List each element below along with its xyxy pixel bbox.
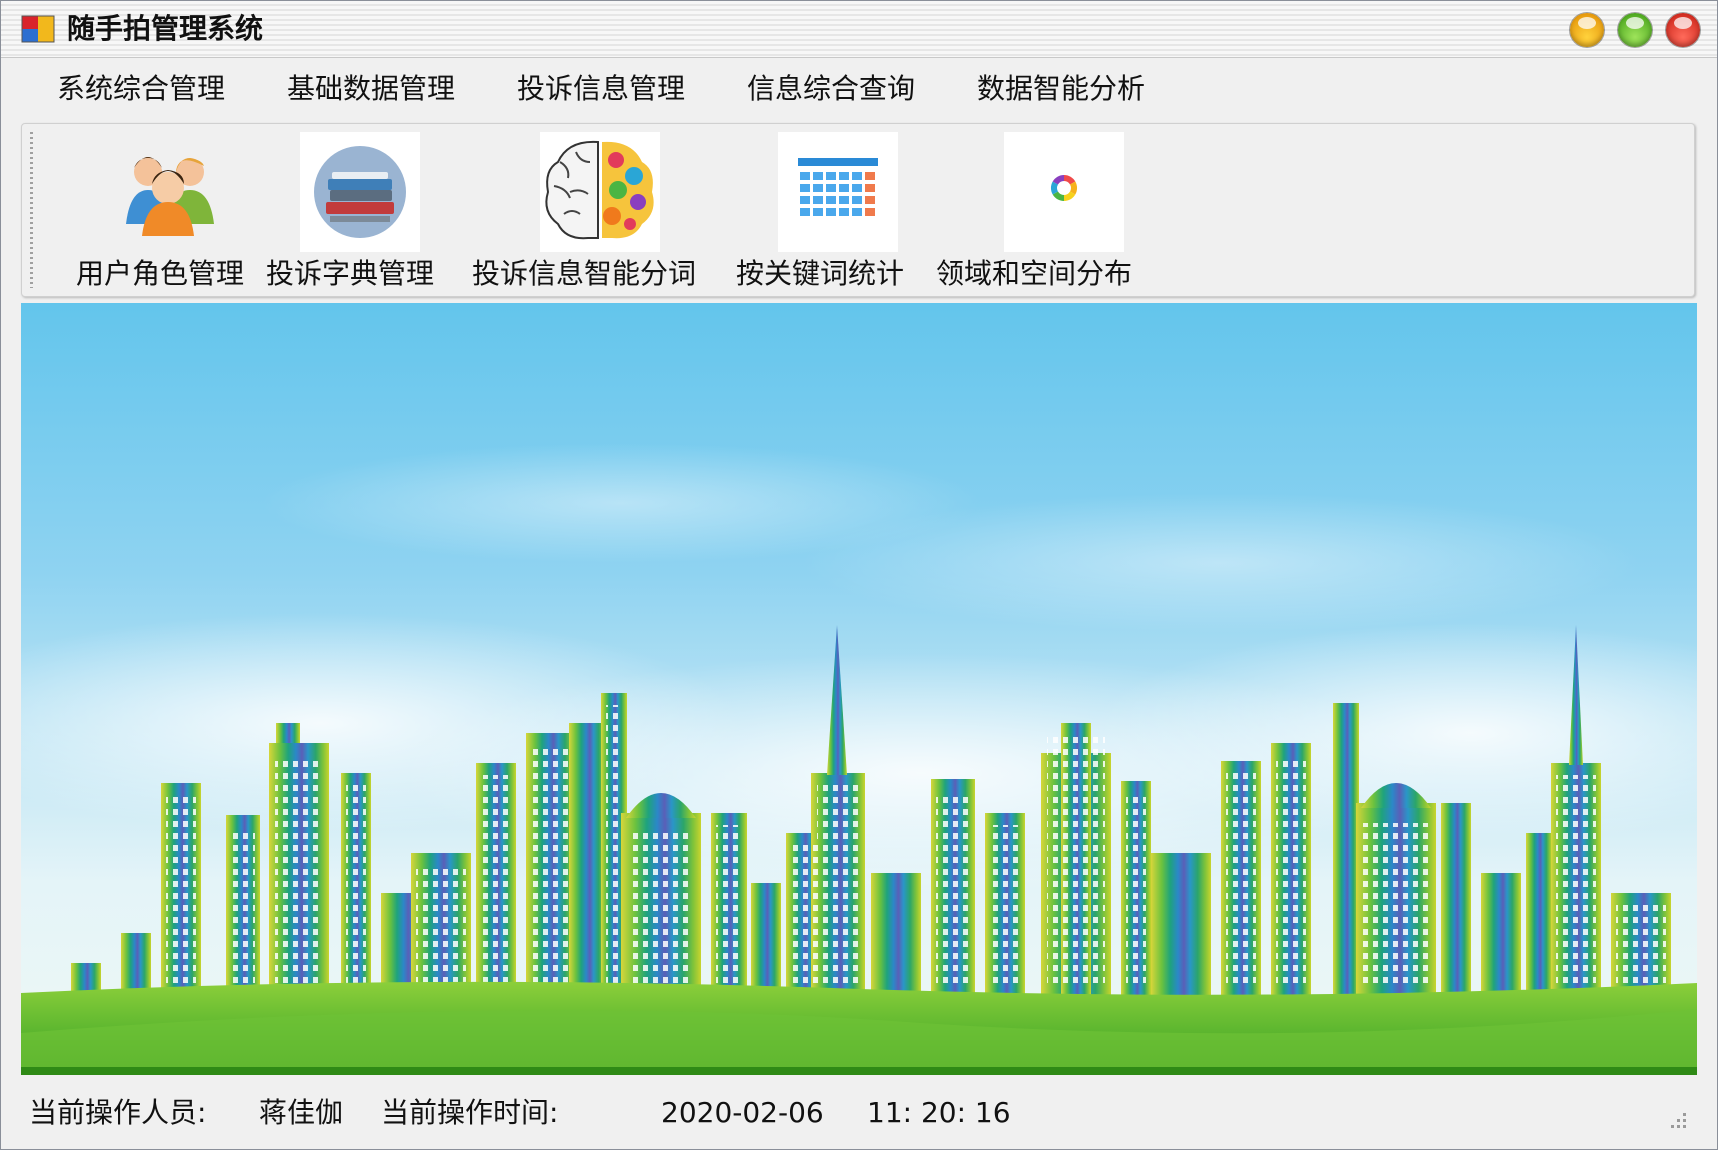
tool-label: 按关键词统计 (736, 257, 905, 290)
resize-grip-icon[interactable] (1665, 1109, 1689, 1133)
tool-complaint-dictionary[interactable]: 投诉字典管理 (262, 128, 452, 290)
city-skyline-illustration (21, 303, 1697, 1075)
toolbar-grip[interactable] (30, 132, 33, 288)
current-date: 2020-02-06 (661, 1096, 824, 1129)
menu-basic-data-management[interactable]: 基础数据管理 (287, 71, 455, 107)
maximize-button[interactable] (1618, 13, 1652, 47)
tool-label: 用户角色管理 (76, 257, 245, 290)
tool-label: 投诉信息智能分词 (472, 257, 697, 290)
users-group-icon (126, 157, 214, 236)
menu-data-analysis[interactable]: 数据智能分析 (977, 71, 1145, 107)
menu-complaint-management[interactable]: 投诉信息管理 (517, 71, 685, 107)
books-stack-icon (300, 132, 420, 252)
colorful-brain-icon (540, 132, 660, 252)
time-label: 当前操作时间: (381, 1096, 559, 1129)
operator-label: 当前操作人员: (29, 1096, 207, 1129)
app-window-icon (21, 15, 55, 43)
title-bar[interactable]: 随手拍管理系统 (1, 1, 1717, 58)
menu-info-query[interactable]: 信息综合查询 (747, 71, 915, 107)
toolbar: 用户角色管理 投诉字典管理 投诉信息智能分词 按关键词统计 领域和空间分布 (21, 123, 1695, 297)
menu-system-management[interactable]: 系统综合管理 (57, 71, 225, 107)
tool-complaint-segmentation[interactable]: 投诉信息智能分词 (472, 128, 702, 290)
minimize-button[interactable] (1570, 13, 1604, 47)
close-button[interactable] (1666, 13, 1700, 47)
tool-domain-space-distribution[interactable]: 领域和空间分布 (932, 128, 1142, 290)
status-bar: 当前操作人员: 蒋佳伽 当前操作时间: 2020-02-06 11: 20: 1… (1, 1079, 1717, 1149)
current-time: 11: 20: 16 (867, 1096, 1011, 1129)
color-ring-icon (1004, 132, 1124, 252)
menu-bar: 系统综合管理 基础数据管理 投诉信息管理 信息综合查询 数据智能分析 (1, 59, 1717, 119)
tool-label: 领域和空间分布 (936, 257, 1133, 290)
calendar-grid-icon (778, 132, 898, 252)
operator-name: 蒋佳伽 (259, 1096, 344, 1129)
tool-user-role-management[interactable]: 用户角色管理 (52, 128, 245, 290)
main-window: 随手拍管理系统 系统综合管理 基础数据管理 投诉信息管理 信息综合查询 数据智能… (0, 0, 1718, 1150)
window-title: 随手拍管理系统 (67, 12, 264, 45)
tool-label: 投诉字典管理 (266, 257, 435, 290)
tool-keyword-statistics[interactable]: 按关键词统计 (722, 128, 912, 290)
